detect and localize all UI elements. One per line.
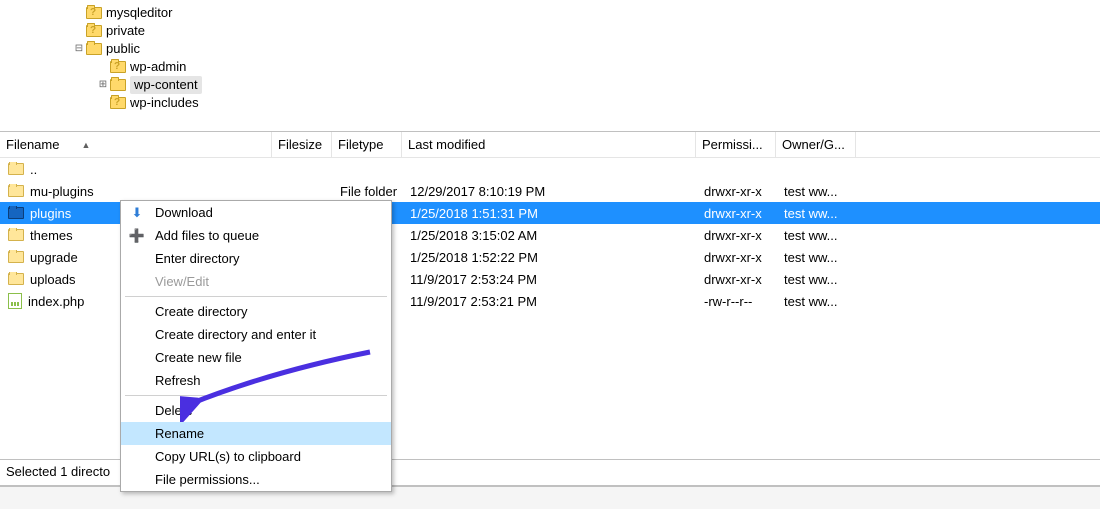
file-name: index.php: [28, 294, 84, 309]
download-icon: ⬇: [129, 205, 145, 221]
folder-icon: [86, 41, 102, 57]
tree-node-label: wp-content: [130, 76, 202, 94]
tree-node-wp-content[interactable]: ⊞ wp-content: [0, 76, 1100, 94]
php-file-icon: [8, 293, 22, 309]
menu-item-label: Create directory and enter it: [155, 327, 316, 342]
cell-perm: drwxr-xr-x: [698, 206, 778, 221]
file-name: uploads: [30, 272, 76, 287]
file-name: ..: [30, 162, 37, 177]
folder-icon: [8, 251, 24, 263]
menu-item-rename[interactable]: Rename: [121, 422, 391, 445]
menu-separator: [125, 296, 387, 297]
tree-node-label: wp-admin: [130, 58, 186, 76]
tree-node-public[interactable]: ⊟ public: [0, 40, 1100, 58]
cell-mod: 11/9/2017 2:53:24 PM: [404, 272, 698, 287]
tree-node-label: wp-includes: [130, 94, 199, 112]
expand-icon[interactable]: ⊞: [96, 76, 110, 94]
menu-item-copy-url-s-to-clipboard[interactable]: Copy URL(s) to clipboard: [121, 445, 391, 468]
menu-item-delete[interactable]: Delete: [121, 399, 391, 422]
menu-item-enter-directory[interactable]: Enter directory: [121, 247, 391, 270]
column-header-last-modified[interactable]: Last modified: [402, 132, 696, 157]
cell-perm: drwxr-xr-x: [698, 272, 778, 287]
menu-item-label: Delete: [155, 403, 193, 418]
menu-item-label: Download: [155, 205, 213, 220]
menu-item-label: View/Edit: [155, 274, 209, 289]
column-header-filename-label: Filename: [6, 137, 59, 152]
file-name: mu-plugins: [30, 184, 94, 199]
cell-mod: 1/25/2018 1:51:31 PM: [404, 206, 698, 221]
menu-item-label: Rename: [155, 426, 204, 441]
cell-mod: 11/9/2017 2:53:21 PM: [404, 294, 698, 309]
cell-perm: drwxr-xr-x: [698, 228, 778, 243]
menu-item-create-directory[interactable]: Create directory: [121, 300, 391, 323]
folder-icon: [8, 163, 24, 175]
menu-item-download[interactable]: ⬇ Download: [121, 201, 391, 224]
folder-icon: [8, 273, 24, 285]
tree-node-wp-includes[interactable]: ·?wp-includes: [0, 94, 1100, 112]
column-header-filesize[interactable]: Filesize: [272, 132, 332, 157]
cell-perm: drwxr-xr-x: [698, 184, 778, 199]
menu-item-label: Refresh: [155, 373, 201, 388]
add-icon: ➕: [129, 228, 145, 244]
cell-mod: 12/29/2017 8:10:19 PM: [404, 184, 698, 199]
folder-icon: [8, 207, 24, 219]
cell-mod: 1/25/2018 1:52:22 PM: [404, 250, 698, 265]
file-row-parent[interactable]: ..: [0, 158, 1100, 180]
cell-owner: test ww...: [778, 272, 858, 287]
column-header-permissions[interactable]: Permissi...: [696, 132, 776, 157]
menu-item-add-files-to-queue[interactable]: ➕ Add files to queue: [121, 224, 391, 247]
menu-item-refresh[interactable]: Refresh: [121, 369, 391, 392]
menu-item-view-edit: View/Edit: [121, 270, 391, 293]
remote-tree-pane[interactable]: ·?mysqleditor·?private⊟ public·?wp-admin⊞…: [0, 0, 1100, 132]
tree-node-wp-admin[interactable]: ·?wp-admin: [0, 58, 1100, 76]
tree-node-mysqleditor[interactable]: ·?mysqleditor: [0, 4, 1100, 22]
column-header-owner-group[interactable]: Owner/G...: [776, 132, 856, 157]
menu-item-label: Add files to queue: [155, 228, 259, 243]
file-name: upgrade: [30, 250, 78, 265]
menu-item-create-new-file[interactable]: Create new file: [121, 346, 391, 369]
file-list-header: Filename ▲ Filesize Filetype Last modifi…: [0, 132, 1100, 158]
menu-item-label: Enter directory: [155, 251, 240, 266]
cell-perm: drwxr-xr-x: [698, 250, 778, 265]
column-header-filename[interactable]: Filename ▲: [0, 132, 272, 157]
cell-type: File folder: [334, 184, 404, 199]
collapse-icon[interactable]: ⊟: [72, 40, 86, 58]
folder-icon: [110, 77, 126, 93]
cell-owner: test ww...: [778, 294, 858, 309]
file-name: plugins: [30, 206, 71, 221]
file-name: themes: [30, 228, 73, 243]
menu-separator: [125, 395, 387, 396]
column-header-filetype[interactable]: Filetype: [332, 132, 402, 157]
cell-owner: test ww...: [778, 228, 858, 243]
tree-node-label: private: [106, 22, 145, 40]
menu-item-label: Copy URL(s) to clipboard: [155, 449, 301, 464]
cell-owner: test ww...: [778, 184, 858, 199]
cell-owner: test ww...: [778, 250, 858, 265]
sort-ascending-icon: ▲: [81, 140, 90, 150]
cell-owner: test ww...: [778, 206, 858, 221]
menu-item-label: File permissions...: [155, 472, 260, 487]
folder-icon: [8, 229, 24, 241]
menu-item-create-directory-and-enter-it[interactable]: Create directory and enter it: [121, 323, 391, 346]
tree-node-label: mysqleditor: [106, 4, 172, 22]
menu-item-file-permissions[interactable]: File permissions...: [121, 468, 391, 491]
cell-mod: 1/25/2018 3:15:02 AM: [404, 228, 698, 243]
status-text: Selected 1 directo: [6, 464, 110, 479]
remote-file-list[interactable]: .. mu-plugins File folder12/29/2017 8:10:1…: [0, 158, 1100, 312]
cell-perm: -rw-r--r--: [698, 294, 778, 309]
tree-node-private[interactable]: ·?private: [0, 22, 1100, 40]
menu-item-label: Create new file: [155, 350, 242, 365]
file-row-mu-plugins[interactable]: mu-plugins File folder12/29/2017 8:10:19 …: [0, 180, 1100, 202]
folder-unknown-icon: ?: [86, 23, 102, 39]
menu-item-label: Create directory: [155, 304, 247, 319]
tree-node-label: public: [106, 40, 140, 58]
file-context-menu[interactable]: ⬇ Download ➕ Add files to queue Enter direct…: [120, 200, 392, 492]
folder-unknown-icon: ?: [110, 95, 126, 111]
folder-icon: [8, 185, 24, 197]
folder-unknown-icon: ?: [86, 5, 102, 21]
folder-unknown-icon: ?: [110, 59, 126, 75]
